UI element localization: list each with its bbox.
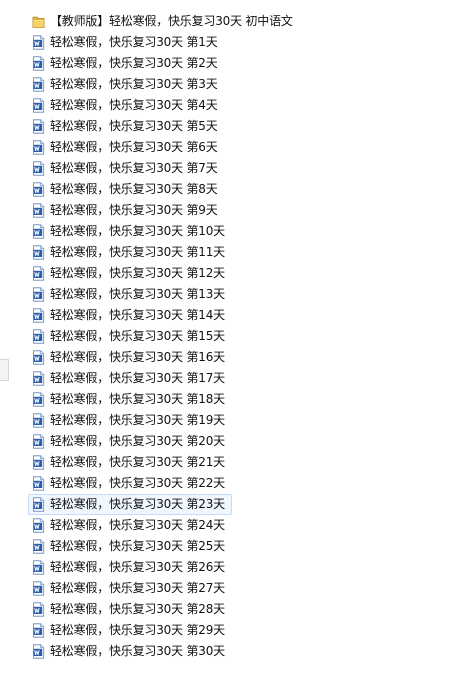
file-item[interactable]: 轻松寒假，快乐复习30天 第8天	[28, 179, 448, 200]
word-document-icon	[33, 98, 45, 113]
word-document-icon	[33, 413, 45, 428]
word-document-icon	[33, 224, 45, 239]
file-item[interactable]: 轻松寒假，快乐复习30天 第15天	[28, 326, 448, 347]
folder-item[interactable]: 【教师版】轻松寒假，快乐复习30天 初中语文	[28, 11, 448, 32]
file-name: 轻松寒假，快乐复习30天 第23天	[50, 497, 225, 511]
file-item[interactable]: 轻松寒假，快乐复习30天 第2天	[28, 53, 448, 74]
folder-name: 【教师版】轻松寒假，快乐复习30天 初中语文	[50, 14, 293, 28]
folder-icon	[32, 16, 45, 28]
word-document-icon	[33, 119, 45, 134]
file-list: 【教师版】轻松寒假，快乐复习30天 初中语文 轻松寒假，快乐复习30天 第1天轻…	[28, 11, 448, 662]
file-name: 轻松寒假，快乐复习30天 第26天	[50, 560, 225, 574]
file-name: 轻松寒假，快乐复习30天 第2天	[50, 56, 218, 70]
word-document-icon	[33, 371, 45, 386]
file-item[interactable]: 轻松寒假，快乐复习30天 第21天	[28, 452, 448, 473]
word-document-icon	[33, 581, 45, 596]
file-name: 轻松寒假，快乐复习30天 第22天	[50, 476, 225, 490]
file-name: 轻松寒假，快乐复习30天 第4天	[50, 98, 218, 112]
file-name: 轻松寒假，快乐复习30天 第19天	[50, 413, 225, 427]
file-item[interactable]: 轻松寒假，快乐复习30天 第14天	[28, 305, 448, 326]
file-name: 轻松寒假，快乐复习30天 第27天	[50, 581, 225, 595]
file-name: 轻松寒假，快乐复习30天 第9天	[50, 203, 218, 217]
word-document-icon	[33, 560, 45, 575]
file-item[interactable]: 轻松寒假，快乐复习30天 第13天	[28, 284, 448, 305]
file-name: 轻松寒假，快乐复习30天 第3天	[50, 77, 218, 91]
file-name: 轻松寒假，快乐复习30天 第25天	[50, 539, 225, 553]
file-name: 轻松寒假，快乐复习30天 第16天	[50, 350, 225, 364]
file-name: 轻松寒假，快乐复习30天 第18天	[50, 392, 225, 406]
word-document-icon	[33, 518, 45, 533]
word-document-icon	[33, 161, 45, 176]
word-document-icon	[33, 623, 45, 638]
file-name: 轻松寒假，快乐复习30天 第30天	[50, 644, 225, 658]
file-name: 轻松寒假，快乐复习30天 第14天	[50, 308, 225, 322]
selected-file-item[interactable]: 轻松寒假，快乐复习30天 第23天	[28, 494, 232, 515]
file-item[interactable]: 轻松寒假，快乐复习30天 第27天	[28, 578, 448, 599]
file-item[interactable]: 轻松寒假，快乐复习30天 第12天	[28, 263, 448, 284]
word-document-icon	[33, 350, 45, 365]
file-name: 轻松寒假，快乐复习30天 第20天	[50, 434, 225, 448]
file-item[interactable]: 轻松寒假，快乐复习30天 第22天	[28, 473, 448, 494]
word-document-icon	[33, 245, 45, 260]
file-name: 轻松寒假，快乐复习30天 第5天	[50, 119, 218, 133]
word-document-icon	[33, 203, 45, 218]
file-name: 轻松寒假，快乐复习30天 第1天	[50, 35, 218, 49]
word-document-icon	[33, 35, 45, 50]
file-item[interactable]: 轻松寒假，快乐复习30天 第4天	[28, 95, 448, 116]
file-item[interactable]: 轻松寒假，快乐复习30天 第24天	[28, 515, 448, 536]
word-document-icon	[33, 602, 45, 617]
file-name: 轻松寒假，快乐复习30天 第15天	[50, 329, 225, 343]
file-item[interactable]: 轻松寒假，快乐复习30天 第20天	[28, 431, 448, 452]
file-name: 轻松寒假，快乐复习30天 第11天	[50, 245, 225, 259]
file-name: 轻松寒假，快乐复习30天 第13天	[50, 287, 225, 301]
word-document-icon	[33, 77, 45, 92]
file-name: 轻松寒假，快乐复习30天 第7天	[50, 161, 218, 175]
file-item[interactable]: 轻松寒假，快乐复习30天 第1天	[28, 32, 448, 53]
file-name: 轻松寒假，快乐复习30天 第21天	[50, 455, 225, 469]
file-item[interactable]: 轻松寒假，快乐复习30天 第25天	[28, 536, 448, 557]
file-name: 轻松寒假，快乐复习30天 第17天	[50, 371, 225, 385]
file-item[interactable]: 轻松寒假，快乐复习30天 第28天	[28, 599, 448, 620]
file-item[interactable]: 轻松寒假，快乐复习30天 第29天	[28, 620, 448, 641]
file-item[interactable]: 轻松寒假，快乐复习30天 第9天	[28, 200, 448, 221]
file-item[interactable]: 轻松寒假，快乐复习30天 第30天	[28, 641, 448, 662]
file-item[interactable]: 轻松寒假，快乐复习30天 第11天	[28, 242, 448, 263]
file-item[interactable]: 轻松寒假，快乐复习30天 第7天	[28, 158, 448, 179]
file-item[interactable]: 轻松寒假，快乐复习30天 第26天	[28, 557, 448, 578]
word-document-icon	[33, 266, 45, 281]
pane-resize-handle[interactable]	[0, 359, 9, 381]
word-document-icon	[33, 644, 45, 659]
file-item[interactable]: 轻松寒假，快乐复习30天 第6天	[28, 137, 448, 158]
file-item[interactable]: 轻松寒假，快乐复习30天 第10天	[28, 221, 448, 242]
file-name: 轻松寒假，快乐复习30天 第10天	[50, 224, 225, 238]
file-item[interactable]: 轻松寒假，快乐复习30天 第18天	[28, 389, 448, 410]
file-name: 轻松寒假，快乐复习30天 第6天	[50, 140, 218, 154]
word-document-icon	[33, 476, 45, 491]
file-item[interactable]: 轻松寒假，快乐复习30天 第3天	[28, 74, 448, 95]
file-name: 轻松寒假，快乐复习30天 第28天	[50, 602, 225, 616]
word-document-icon	[33, 497, 45, 512]
word-document-icon	[33, 308, 45, 323]
file-item[interactable]: 轻松寒假，快乐复习30天 第19天	[28, 410, 448, 431]
file-explorer-window: 【教师版】轻松寒假，快乐复习30天 初中语文 轻松寒假，快乐复习30天 第1天轻…	[0, 0, 456, 674]
word-document-icon	[33, 455, 45, 470]
file-item[interactable]: 轻松寒假，快乐复习30天 第5天	[28, 116, 448, 137]
word-document-icon	[33, 287, 45, 302]
word-document-icon	[33, 539, 45, 554]
file-item[interactable]: 轻松寒假，快乐复习30天 第17天	[28, 368, 448, 389]
word-document-icon	[33, 434, 45, 449]
file-item[interactable]: 轻松寒假，快乐复习30天 第16天	[28, 347, 448, 368]
file-name: 轻松寒假，快乐复习30天 第24天	[50, 518, 225, 532]
word-document-icon	[33, 140, 45, 155]
file-name: 轻松寒假，快乐复习30天 第29天	[50, 623, 225, 637]
word-document-icon	[33, 182, 45, 197]
file-name: 轻松寒假，快乐复习30天 第12天	[50, 266, 225, 280]
word-document-icon	[33, 329, 45, 344]
word-document-icon	[33, 392, 45, 407]
file-name: 轻松寒假，快乐复习30天 第8天	[50, 182, 218, 196]
word-document-icon	[33, 56, 45, 71]
